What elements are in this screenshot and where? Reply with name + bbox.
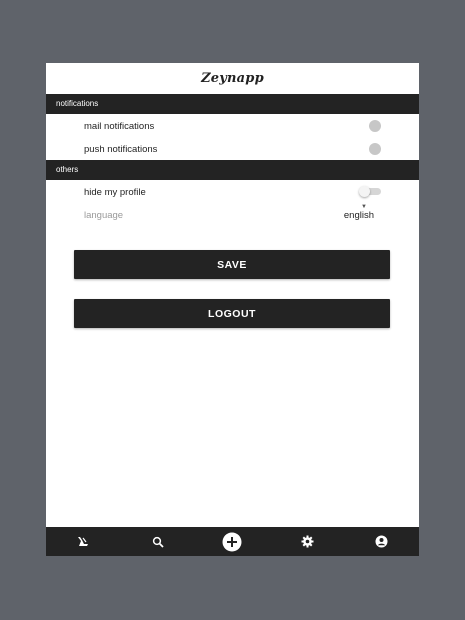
hide-profile-label: hide my profile	[84, 187, 146, 198]
mail-notifications-row[interactable]: mail notifications	[46, 114, 419, 137]
app-logo: Zeynapp	[201, 71, 264, 86]
app-header: Zeynapp	[46, 63, 419, 94]
bottom-navigation	[46, 527, 419, 556]
push-notifications-label: push notifications	[84, 144, 158, 155]
section-header-others: others	[46, 160, 419, 180]
language-row[interactable]: language ▼ english	[46, 203, 419, 226]
home-icon	[78, 536, 89, 546]
nav-add[interactable]	[212, 527, 252, 556]
section-header-notifications: notifications	[46, 94, 419, 114]
mail-notifications-label: mail notifications	[84, 121, 155, 132]
hide-profile-switch[interactable]	[359, 185, 381, 197]
nav-settings[interactable]	[287, 527, 327, 556]
logout-button[interactable]: LOGOUT	[74, 299, 390, 328]
nav-profile[interactable]	[362, 527, 402, 556]
language-select[interactable]: english	[344, 210, 374, 221]
hide-profile-row[interactable]: hide my profile	[46, 180, 419, 203]
save-button[interactable]: SAVE	[74, 250, 390, 279]
nav-home[interactable]	[63, 527, 103, 556]
switch-knob	[359, 185, 370, 197]
profile-icon	[375, 535, 388, 548]
settings-icon	[301, 535, 314, 548]
push-notifications-toggle[interactable]	[369, 143, 381, 155]
push-notifications-row[interactable]: push notifications	[46, 137, 419, 160]
settings-screen: Zeynapp notifications mail notifications…	[46, 63, 419, 556]
mail-notifications-toggle[interactable]	[369, 120, 381, 132]
search-icon	[152, 536, 164, 548]
nav-search[interactable]	[138, 527, 178, 556]
add-icon	[222, 532, 242, 551]
language-label: language	[84, 210, 124, 221]
